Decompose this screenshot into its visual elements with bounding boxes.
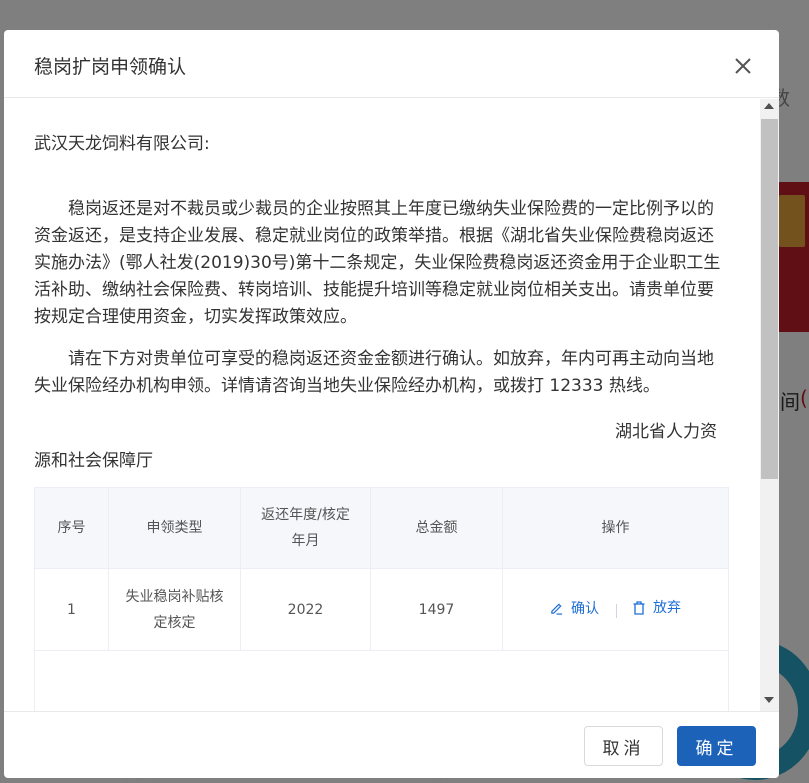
dialog-title: 稳岗扩岗申领确认	[34, 56, 187, 78]
dialog-header: 稳岗扩岗申领确认	[4, 30, 779, 98]
abandon-label: 放弃	[652, 600, 681, 616]
header-actions: 操作	[502, 487, 729, 569]
dialog-body: 武汉天龙饲料有限公司: 稳岗返还是对不裁员或少裁员的企业按照其上年度已缴纳失业保…	[4, 99, 759, 711]
instruction-paragraph: 请在下方对贵单位可享受的稳岗返还资金金额进行确认。如放弃，年内可再主动向当地失业…	[34, 349, 714, 396]
trash-icon	[633, 601, 645, 615]
scroll-up-arrow-icon[interactable]	[764, 103, 774, 109]
scroll-thumb[interactable]	[761, 119, 778, 479]
edit-icon	[551, 603, 563, 615]
confirm-label: 确认	[571, 600, 600, 617]
cell-amount: 1497	[370, 568, 503, 651]
cell-type: 失业稳岗补贴核定核定	[108, 568, 241, 651]
confirm-dialog: 稳岗扩岗申领确认 武汉天龙饲料有限公司: 稳岗返还是对不裁员或少裁员的企业按照其…	[4, 30, 779, 778]
table-row: 1 失业稳岗补贴核定核定 2022 1497 确认 放弃	[34, 568, 729, 651]
claim-table: 序号 申领类型 返还年度/核定年月 总金额 操作 1 失业稳岗补贴核定核定 20…	[34, 487, 729, 711]
cell-actions: 确认 放弃	[502, 568, 729, 651]
cell-year: 2022	[240, 568, 371, 651]
confirm-button[interactable]: 确定	[677, 726, 756, 766]
table-empty-row	[34, 650, 729, 711]
cell-index: 1	[34, 568, 109, 651]
header-type: 申领类型	[108, 487, 241, 569]
dialog-scrollbar[interactable]	[760, 99, 779, 711]
policy-paragraph: 稳岗返还是对不裁员或少裁员的企业按照其上年度已缴纳失业保险费的一定比例予以的资金…	[34, 199, 721, 327]
signature-line-1: 湖北省人力资	[615, 422, 717, 442]
abandon-action-link[interactable]: 放弃	[633, 595, 681, 621]
close-icon[interactable]	[731, 54, 755, 78]
header-amount: 总金额	[370, 487, 503, 569]
cancel-button[interactable]: 取消	[584, 726, 663, 766]
scroll-down-arrow-icon[interactable]	[764, 697, 774, 703]
header-year: 返还年度/核定年月	[240, 487, 371, 569]
dialog-footer: 取消 确定	[4, 711, 779, 778]
signature-line-2: 源和社会保障厅	[34, 451, 153, 471]
header-index: 序号	[34, 487, 109, 569]
confirm-action-link[interactable]: 确认	[550, 596, 599, 622]
table-header-row: 序号 申领类型 返还年度/核定年月 总金额 操作	[34, 487, 729, 569]
company-name: 武汉天龙饲料有限公司:	[34, 134, 210, 154]
action-divider	[615, 604, 617, 618]
